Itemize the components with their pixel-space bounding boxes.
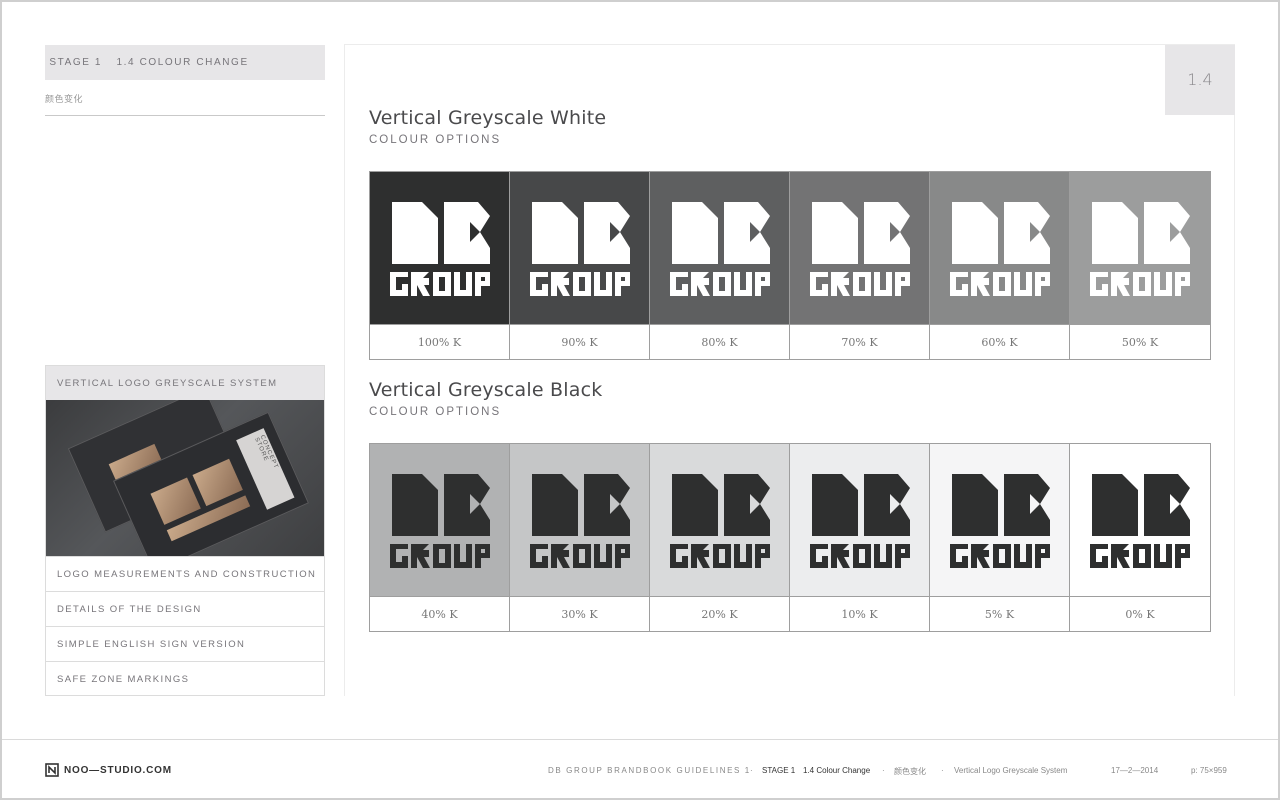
swatch-label: 40% K xyxy=(370,596,509,631)
swatch-label: 0% K xyxy=(1070,596,1210,631)
swatch-label: 30% K xyxy=(510,596,649,631)
footer-sep: · xyxy=(941,766,944,775)
section-title-white: Vertical Greyscale White xyxy=(369,107,607,129)
footer-divider xyxy=(2,739,1278,740)
db-group-logo-icon xyxy=(1090,474,1190,568)
swatch-grid-black: 40% K 30% K 20% K 10% K 5% K 0% K xyxy=(369,443,1211,632)
db-group-logo-icon xyxy=(810,202,910,296)
db-group-logo-icon xyxy=(670,202,770,296)
stage-header: STAGE 1 1.4 COLOUR CHANGE xyxy=(45,45,325,80)
divider xyxy=(45,115,325,116)
white-swatch: 90% K xyxy=(510,172,650,359)
db-group-logo-icon xyxy=(670,474,770,568)
swatch-fill xyxy=(650,444,789,596)
related-panel-title: VERTICAL LOGO GREYSCALE SYSTEM xyxy=(46,366,324,400)
footer-topic: Vertical Logo Greyscale System xyxy=(954,766,1068,775)
swatch-label: 80% K xyxy=(650,324,789,359)
swatch-label: 50% K xyxy=(1070,324,1210,359)
black-swatch: 0% K xyxy=(1070,444,1210,631)
black-swatch: 30% K xyxy=(510,444,650,631)
section-title-black: Vertical Greyscale Black xyxy=(369,379,603,401)
footer-section-cn: 颜色变化 xyxy=(894,767,926,776)
white-swatch: 80% K xyxy=(650,172,790,359)
related-item-details[interactable]: DETAILS OF THE DESIGN xyxy=(46,591,324,626)
swatch-fill xyxy=(1070,172,1210,324)
footer-guide-title: DB GROUP BRANDBOOK GUIDELINES 1 xyxy=(548,766,751,775)
db-group-logo-icon xyxy=(390,474,490,568)
noo-studio-logo-icon xyxy=(45,763,59,777)
swatch-fill xyxy=(370,444,509,596)
black-swatch: 10% K xyxy=(790,444,930,631)
swatch-label: 70% K xyxy=(790,324,929,359)
black-swatch: 5% K xyxy=(930,444,1070,631)
section-subtitle-black: COLOUR OPTIONS xyxy=(369,406,502,418)
swatch-fill xyxy=(930,172,1069,324)
swatch-label: 90% K xyxy=(510,324,649,359)
footer-section: 1.4 Colour Change xyxy=(803,766,871,775)
footer-date: 17—2—2014 xyxy=(1111,766,1159,775)
db-group-logo-icon xyxy=(390,202,490,296)
white-swatch: 70% K xyxy=(790,172,930,359)
swatch-label: 100% K xyxy=(370,324,509,359)
white-swatch: 100% K xyxy=(370,172,510,359)
related-panel: VERTICAL LOGO GREYSCALE SYSTEM CONCEPT S… xyxy=(45,365,325,696)
db-group-logo-icon xyxy=(950,202,1050,296)
section-subtitle-white: COLOUR OPTIONS xyxy=(369,134,502,146)
swatch-fill xyxy=(930,444,1069,596)
swatch-fill xyxy=(650,172,789,324)
section-label: 1.4 COLOUR CHANGE xyxy=(116,57,249,68)
card-text: CONCEPT STORE xyxy=(253,434,279,470)
swatch-label: 10% K xyxy=(790,596,929,631)
white-swatch: 50% K xyxy=(1070,172,1210,359)
footer-sep: · xyxy=(750,766,753,775)
db-group-logo-icon xyxy=(530,474,630,568)
related-item-safe-zone[interactable]: SAFE ZONE MARKINGS xyxy=(46,661,324,696)
swatch-label: 60% K xyxy=(930,324,1069,359)
db-group-logo-icon xyxy=(1090,202,1190,296)
swatch-fill xyxy=(1070,444,1210,596)
section-subtitle-cn: 颜色变化 xyxy=(45,95,84,105)
swatch-fill xyxy=(370,172,509,324)
db-group-logo-icon xyxy=(950,474,1050,568)
swatch-label: 5% K xyxy=(930,596,1069,631)
footer-sep: · xyxy=(882,766,885,775)
swatch-grid-white: 100% K 90% K 80% K 70% K 60% K 50% K xyxy=(369,171,1211,360)
swatch-fill xyxy=(510,444,649,596)
white-swatch: 60% K xyxy=(930,172,1070,359)
footer-stage: STAGE 1 xyxy=(762,766,796,775)
related-item-measurements[interactable]: LOGO MEASUREMENTS AND CONSTRUCTION xyxy=(46,556,324,591)
db-group-logo-icon xyxy=(530,202,630,296)
black-swatch: 20% K xyxy=(650,444,790,631)
black-swatch: 40% K xyxy=(370,444,510,631)
footer-page: p: 75×959 xyxy=(1191,766,1227,775)
swatch-fill xyxy=(510,172,649,324)
swatch-label: 20% K xyxy=(650,596,789,631)
page-number-badge: 1.4 xyxy=(1165,45,1235,115)
footer-brand-name: NOO—STUDIO.COM xyxy=(64,764,172,776)
db-group-logo-icon xyxy=(810,474,910,568)
swatch-fill xyxy=(790,444,929,596)
related-item-sign-version[interactable]: SIMPLE ENGLISH SIGN VERSION xyxy=(46,626,324,661)
swatch-fill xyxy=(790,172,929,324)
footer-brand[interactable]: NOO—STUDIO.COM xyxy=(45,763,172,777)
business-card-photo: CONCEPT STORE xyxy=(46,400,324,556)
stage-label: STAGE 1 xyxy=(49,57,103,68)
